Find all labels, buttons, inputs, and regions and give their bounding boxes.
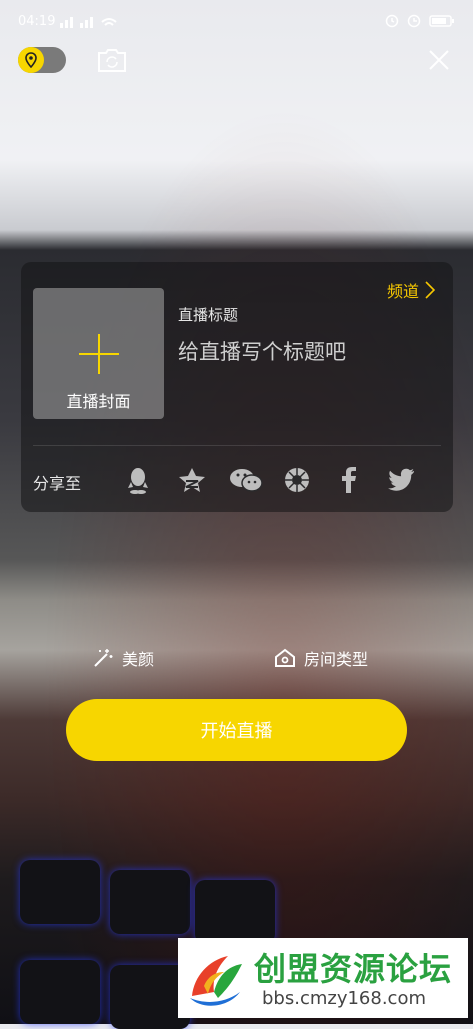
top-controls [0, 40, 473, 84]
facebook-icon[interactable] [335, 466, 363, 494]
beauty-option[interactable]: 美颜 [92, 646, 154, 670]
start-live-button[interactable]: 开始直播 [66, 699, 407, 761]
qq-icon[interactable] [124, 466, 152, 494]
signal-icon [60, 17, 117, 28]
wechat-icon[interactable] [229, 466, 263, 494]
divider [33, 445, 441, 446]
title-label: 直播标题 [178, 306, 239, 324]
cover-label: 直播封面 [66, 392, 131, 411]
channel-link[interactable]: 频道 [387, 278, 435, 302]
switch-camera-icon[interactable] [96, 46, 128, 74]
title-input[interactable] [178, 340, 438, 364]
background-key [20, 860, 100, 924]
clock-icon [407, 14, 421, 28]
qzone-icon[interactable] [178, 466, 206, 494]
channel-label: 频道 [386, 282, 419, 301]
status-right [385, 14, 455, 28]
status-bar: 04:19 [0, 0, 473, 44]
chevron-right-icon [425, 281, 435, 299]
room-type-option[interactable]: 房间类型 [274, 646, 368, 670]
location-toggle[interactable] [18, 47, 66, 73]
background-key [20, 960, 100, 1024]
background-key [195, 880, 275, 944]
alarm-icon [385, 14, 399, 28]
house-icon [275, 648, 295, 667]
cover-picker[interactable]: 直播封面 [33, 288, 164, 419]
magic-wand-icon [94, 649, 113, 667]
watermark-title: 创盟资源论坛 [254, 950, 453, 988]
live-info-card: 直播封面 频道 直播标题 分享至 [21, 262, 453, 512]
status-time: 04:19 [18, 14, 56, 29]
beauty-label: 美颜 [122, 650, 155, 669]
moments-icon[interactable] [283, 466, 311, 494]
watermark-url: bbs.cmzy168.com [262, 988, 427, 1009]
background-key [110, 870, 190, 934]
plus-icon [79, 334, 119, 374]
twitter-icon[interactable] [387, 466, 415, 494]
battery-icon [429, 15, 454, 27]
location-pin-icon [18, 47, 44, 73]
share-label: 分享至 [33, 474, 82, 493]
close-icon[interactable] [427, 48, 451, 72]
room-type-label: 房间类型 [304, 650, 369, 669]
watermark: 创盟资源论坛 bbs.cmzy168.com [178, 938, 468, 1018]
forum-logo-icon [190, 956, 242, 1006]
